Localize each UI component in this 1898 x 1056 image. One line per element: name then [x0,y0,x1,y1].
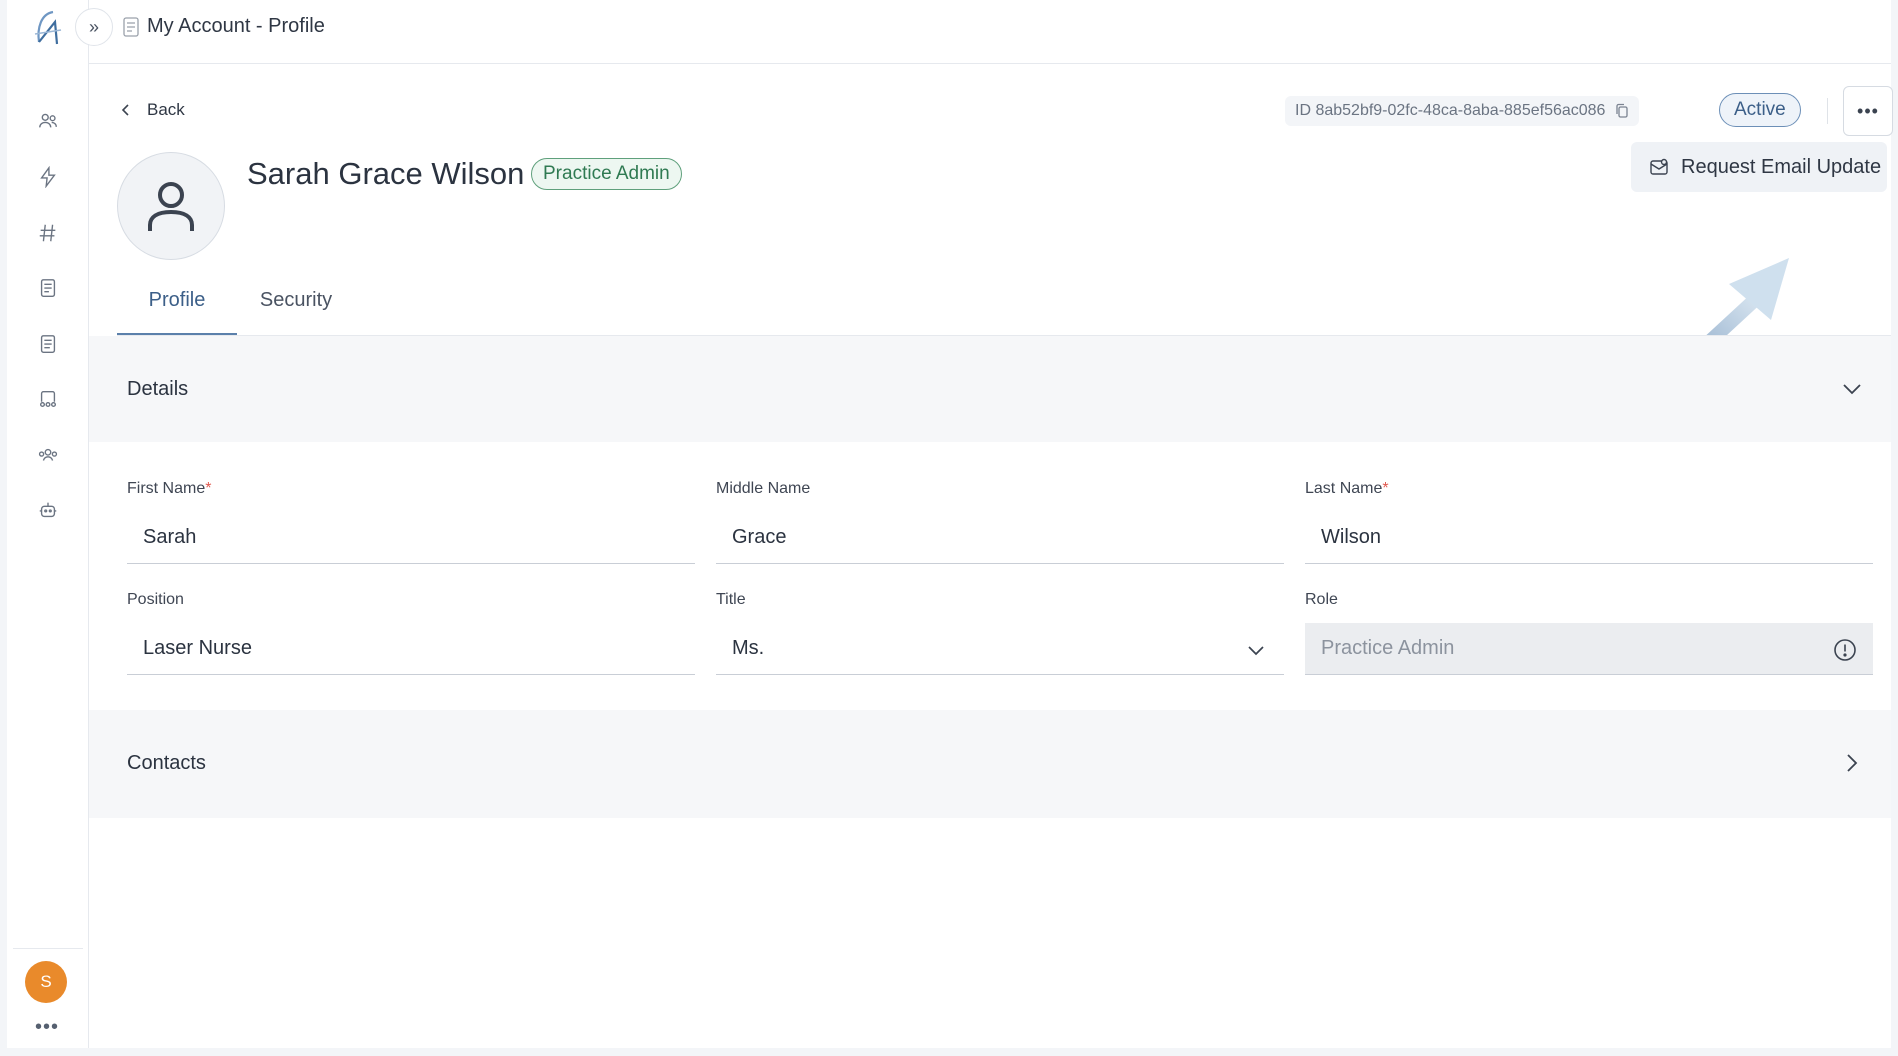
notebook-icon [40,279,56,297]
expand-sidebar-button[interactable]: » [75,8,113,46]
details-title: Details [127,378,189,400]
role-value: Practice Admin [1321,637,1455,659]
team-icon [38,448,58,461]
chevron-right-icon[interactable] [1841,752,1863,774]
user-full-name: Sarah Grace Wilson [247,156,525,191]
role-field: Role Practice Admin [1305,591,1873,675]
more-actions-button[interactable]: ••• [1843,86,1893,136]
robot-icon [39,502,57,518]
person-icon [148,182,194,231]
required-marker: * [205,480,212,497]
role-input: Practice Admin [1305,623,1873,675]
sidebar-item-team[interactable] [33,440,63,470]
position-label: Position [127,591,184,608]
record-id-text: ID 8ab52bf9-02fc-48ca-8aba-885ef56ac086 [1295,102,1606,119]
document-icon [40,335,56,353]
role-badge: Practice Admin [531,158,682,190]
copy-icon[interactable] [1615,103,1629,119]
chevron-down-icon [1248,646,1264,656]
sidebar-item-documents[interactable] [33,329,63,359]
title-selected-value: Ms. [732,637,765,659]
sidebar-more-button[interactable]: ••• [35,1016,59,1039]
user-avatar[interactable]: S [25,961,67,1003]
toolbar-divider [1827,98,1828,124]
last-name-field: Last Name* Wilson [1305,480,1873,564]
sidebar-item-activity[interactable] [33,162,63,192]
tab-security[interactable]: Security [237,264,355,336]
back-label: Back [147,100,185,119]
sidebar-item-users[interactable] [33,106,63,136]
middle-name-label: Middle Name [716,480,811,497]
main-content: Back ID 8ab52bf9-02fc-48ca-8aba-885ef56a… [89,64,1893,1048]
sidebar-item-groups[interactable] [33,384,63,414]
contacts-section-header[interactable]: Contacts [89,710,1891,818]
mail-refresh-icon [1650,158,1668,175]
hash-icon [39,224,56,242]
middle-name-field: Middle Name Grace [716,480,1284,564]
chevron-double-right-icon: » [88,16,99,37]
position-input[interactable]: Laser Nurse [127,623,695,675]
request-email-update-menu-item[interactable]: Request Email Update [1631,142,1887,192]
app-window: S ••• » My Account - Profile Back ID 8ab… [7,0,1893,1048]
middle-name-input[interactable]: Grace [716,512,1284,564]
status-badge: Active [1719,93,1801,127]
first-name-field: First Name* Sarah [127,480,695,564]
profile-avatar [117,152,225,260]
required-marker: * [1382,480,1389,497]
title-label: Title [716,591,746,608]
first-name-label: First Name [127,480,206,497]
bolt-icon [40,166,56,188]
profile-tabs: Profile Security [117,264,355,336]
sidebar-item-channels[interactable] [33,218,63,248]
sidebar-item-assistant[interactable] [33,495,63,525]
position-field: Position Laser Nurse [127,591,695,675]
contacts-title: Contacts [127,752,206,774]
chevron-down-icon[interactable] [1841,378,1863,400]
page-title: My Account - Profile [147,15,325,37]
sidebar-divider [13,948,83,949]
title-select[interactable]: Ms. [716,623,1284,675]
first-name-input[interactable]: Sarah [127,512,695,564]
page-document-icon [123,17,139,37]
info-icon[interactable] [1833,638,1857,662]
top-bar: » My Account - Profile [75,0,1891,64]
inbox-group-icon [39,390,57,408]
role-label: Role [1305,591,1338,608]
record-id-chip: ID 8ab52bf9-02fc-48ca-8aba-885ef56ac086 [1285,96,1640,126]
back-button[interactable]: Back [119,100,185,120]
sidebar-item-notes[interactable] [33,273,63,303]
chevron-left-icon [121,104,129,116]
title-field: Title Ms. [716,591,1284,675]
app-logo[interactable] [31,8,65,48]
users-icon [39,113,57,128]
last-name-input[interactable]: Wilson [1305,512,1873,564]
last-name-label: Last Name [1305,480,1383,497]
request-email-update-label: Request Email Update [1681,155,1882,178]
tab-profile[interactable]: Profile [117,264,237,336]
sidebar: S ••• [7,0,89,1048]
details-section-header[interactable]: Details [89,336,1891,442]
